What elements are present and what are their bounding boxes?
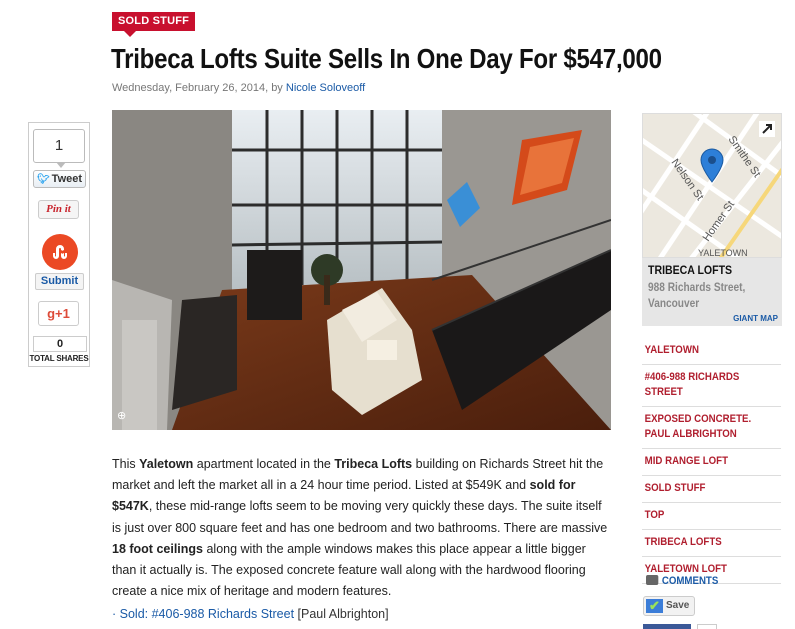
ceilings-text: 18 foot ceilings (112, 541, 203, 556)
article-body: This Yaletown apartment located in the T… (112, 454, 612, 602)
source-link[interactable]: Sold: #406-988 Richards Street (120, 607, 294, 621)
stumbleupon-icon[interactable] (42, 234, 78, 270)
stumble-submit-button[interactable]: Submit (35, 273, 84, 290)
text-run: This (112, 457, 140, 471)
tag-link[interactable]: #406-988 RICHARDS STREET (642, 365, 782, 407)
comments-label: COMMENTS (661, 575, 719, 587)
map-building-title: TRIBECA LOFTS (648, 263, 733, 277)
map-info-panel: TRIBECA LOFTS 988 Richards Street, Vanco… (642, 258, 782, 326)
tag-link[interactable]: TRIBECA LOFTS (642, 530, 782, 557)
text-run: apartment located in the (193, 457, 335, 471)
expand-map-icon[interactable] (759, 121, 775, 137)
tag-link[interactable]: YALETOWN (642, 338, 782, 365)
author-link[interactable]: Nicole Soloveoff (286, 82, 365, 94)
source-bullet: · (112, 607, 120, 621)
tweet-count: 1 (33, 129, 85, 168)
zoom-icon[interactable]: ⊕ (117, 410, 129, 422)
tribeca-lofts-text: Tribeca Lofts (334, 457, 413, 471)
tag-link[interactable]: MID RANGE LOFT (642, 449, 782, 476)
tag-link[interactable]: TOP (642, 503, 782, 530)
location-map[interactable]: Nelson St Smithe St Homer St YALETOWN (642, 113, 782, 258)
total-shares-count: 0 (33, 336, 87, 352)
save-label: Save (666, 600, 690, 611)
share-widget: 1 🐦︎ Tweet Pin it Submit g+1 0 TOTAL SHAR… (28, 122, 90, 367)
comment-bubble-icon (646, 575, 659, 585)
save-button[interactable]: ✔ Save (643, 596, 695, 616)
text-run: , these mid-range lofts seem to be movin… (112, 499, 608, 535)
pin-it-button[interactable]: Pin it (38, 200, 79, 219)
google-plus-button[interactable]: g+1 (38, 301, 79, 326)
tag-list: YALETOWN #406-988 RICHARDS STREET EXPOSE… (642, 338, 782, 584)
facebook-count (697, 624, 717, 629)
category-badge[interactable]: SOLD STUFF (112, 12, 196, 37)
tweet-button[interactable]: 🐦︎ Tweet (33, 170, 86, 188)
facebook-button[interactable] (643, 624, 691, 629)
byline-date: Wednesday, February 26, 2014, by (112, 82, 286, 94)
map-area-yaletown: YALETOWN (698, 248, 748, 258)
yaletown-link: Yaletown (139, 457, 194, 471)
map-address: 988 Richards Street, Vancouver (648, 282, 746, 310)
source-credit: [Paul Albrighton] (294, 607, 389, 621)
tag-link[interactable]: SOLD STUFF (642, 476, 782, 503)
giant-map-link[interactable]: GIANT MAP (733, 314, 778, 323)
comments-link[interactable]: COMMENTS (646, 575, 718, 587)
loft-photo[interactable] (112, 110, 611, 430)
twitter-icon: 🐦︎ (36, 174, 50, 185)
article-title: Tribeca Lofts Suite Sells In One Day For… (111, 43, 662, 74)
checkmark-icon: ✔ (646, 599, 663, 613)
byline: Wednesday, February 26, 2014, by Nicole … (112, 82, 365, 94)
source-line: · Sold: #406-988 Richards Street [Paul A… (112, 607, 389, 621)
tweet-label: Tweet (51, 173, 83, 185)
total-shares-label: TOTAL SHARES (29, 354, 89, 363)
tag-link[interactable]: EXPOSED CONCRETE. PAUL ALBRIGHTON (642, 407, 782, 449)
